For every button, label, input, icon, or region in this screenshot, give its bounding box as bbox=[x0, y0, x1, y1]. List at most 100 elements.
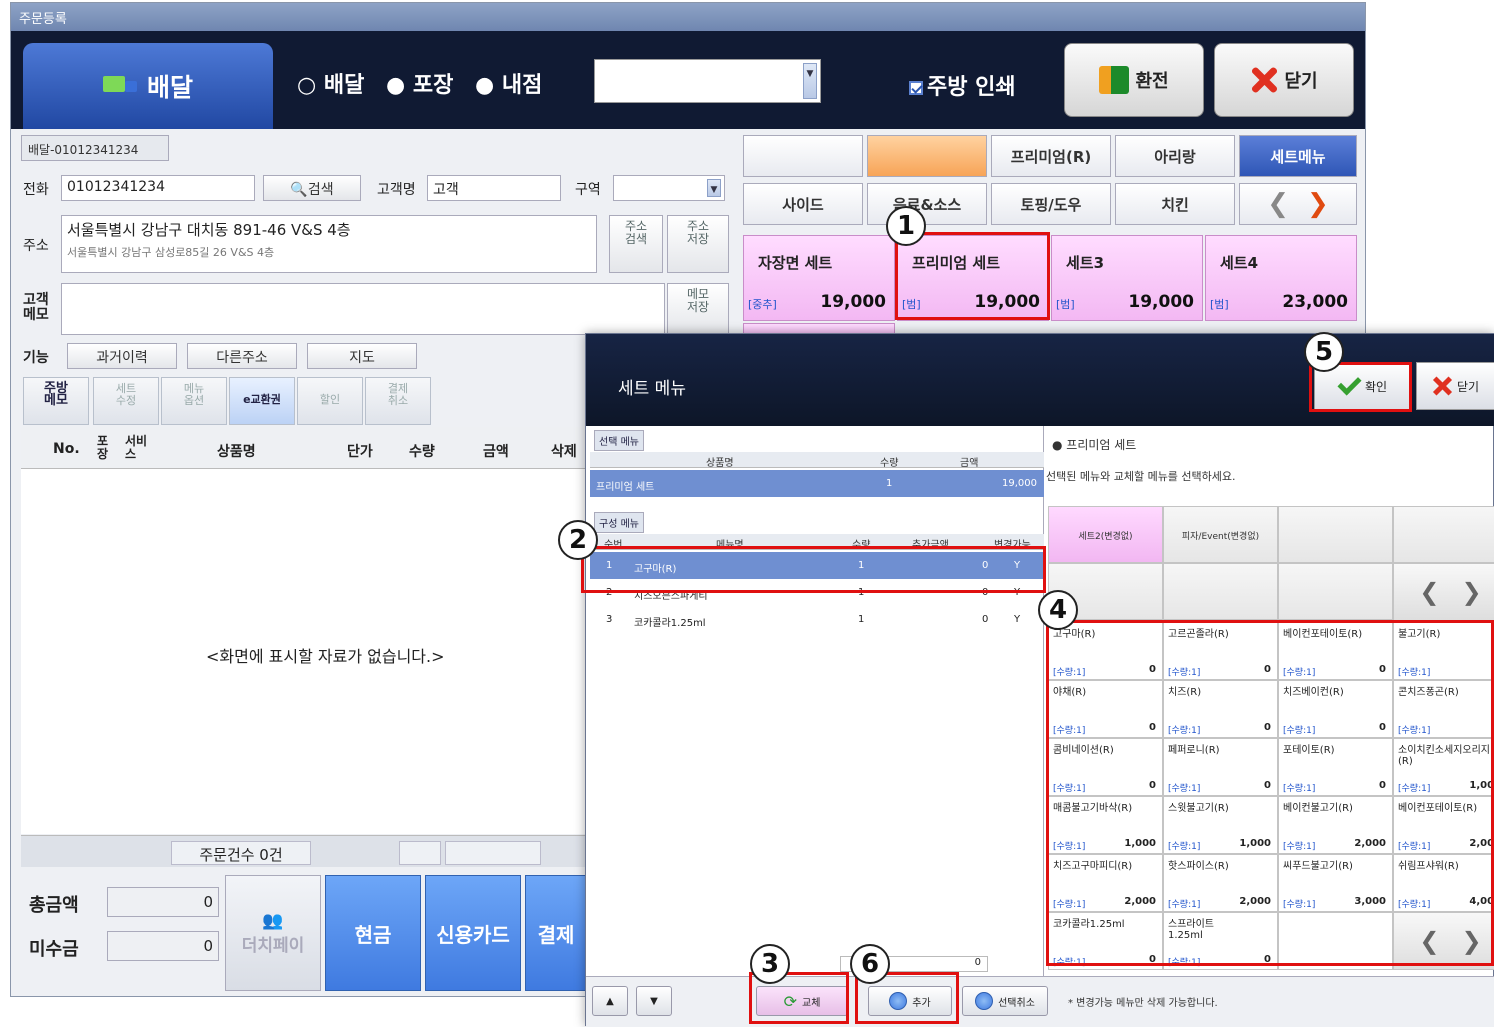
step-badge-3: 3 bbox=[750, 944, 790, 984]
top-combo-select[interactable]: ▼ bbox=[594, 59, 821, 103]
dialog-close-button[interactable]: 닫기 bbox=[1416, 362, 1494, 410]
empty-grid-message: <화면에 표시할 자료가 없습니다.> bbox=[206, 647, 445, 666]
col-no: No. bbox=[53, 441, 80, 457]
dialog-left-pane: 선택 메뉴 상품명 수량 금액 프리미엄 세트 1 19,000 구성 메뉴 순… bbox=[586, 426, 1044, 986]
selected-row[interactable]: 프리미엄 세트 1 19,000 bbox=[590, 470, 1044, 497]
menu-category-chicken[interactable]: 치킨 bbox=[1115, 183, 1235, 225]
cash-button[interactable]: 현금 bbox=[325, 875, 421, 991]
move-up-button[interactable]: ▲ bbox=[592, 986, 628, 1016]
chevron-left-icon[interactable]: ❮ bbox=[1419, 578, 1439, 606]
close-button[interactable]: 닫기 bbox=[1214, 43, 1354, 117]
address-label: 주소 bbox=[23, 238, 49, 254]
move-down-button[interactable]: ▼ bbox=[636, 986, 672, 1016]
unpaid-value: 0 bbox=[107, 931, 219, 961]
chevron-left-icon[interactable]: ❮ bbox=[1267, 189, 1289, 219]
address-line2: 서울특별시 강남구 삼성로85길 26 V&S 4층 bbox=[67, 246, 275, 259]
credit-card-button[interactable]: 신용카드 bbox=[425, 875, 521, 991]
group-tab-3[interactable] bbox=[1278, 506, 1393, 563]
order-count: 주문건수 0건 bbox=[171, 841, 311, 865]
group-tab-6[interactable] bbox=[1163, 563, 1278, 620]
menu-category-side[interactable]: 사이드 bbox=[743, 183, 863, 225]
set-edit-button[interactable]: 세트 수정 bbox=[93, 377, 159, 425]
menu-category-set[interactable]: 세트메뉴 bbox=[1239, 135, 1357, 177]
step-badge-2: 2 bbox=[558, 520, 598, 560]
address-save-button[interactable]: 주소 저장 bbox=[667, 215, 729, 273]
discount-button[interactable]: 할인 bbox=[297, 377, 363, 425]
group-nav: ❮ ❯ bbox=[1393, 563, 1494, 621]
pay-cancel-button[interactable]: 결제 취소 bbox=[365, 377, 431, 425]
payment-button[interactable]: 결제 bbox=[525, 875, 587, 991]
history-button[interactable]: 과거이력 bbox=[67, 343, 177, 369]
group-tab-1[interactable]: 세트2(변경없) bbox=[1048, 506, 1163, 563]
chevron-down-icon: ▼ bbox=[803, 63, 817, 99]
menu-category-topping[interactable]: 토핑/도우 bbox=[991, 183, 1111, 225]
exchange-icon bbox=[1099, 66, 1130, 94]
composition-row[interactable]: 3 코카콜라1.25ml 1 0 Y bbox=[590, 606, 1044, 633]
set-button-4[interactable]: 세트4 [범] 23,000 bbox=[1205, 235, 1357, 321]
radio-delivery[interactable]: ○ 배달 bbox=[297, 73, 364, 98]
step-badge-1: 1 bbox=[886, 206, 926, 246]
chevron-right-icon[interactable]: ❯ bbox=[1307, 189, 1329, 219]
col-service: 서비스 bbox=[125, 434, 148, 461]
footer-note: * 변경가능 메뉴만 삭제 가능합니다. bbox=[1068, 998, 1218, 1009]
search-button[interactable]: 🔍검색 bbox=[263, 175, 361, 201]
deselect-button[interactable]: 선택취소 bbox=[962, 986, 1048, 1016]
memo-save-button[interactable]: 메모 저장 bbox=[667, 283, 729, 335]
menu-category-arirang[interactable]: 아리랑 bbox=[1115, 135, 1235, 177]
other-address-button[interactable]: 다른주소 bbox=[187, 343, 297, 369]
delivery-tab-label: 배달 bbox=[146, 73, 193, 102]
info-text: 선택된 메뉴와 교체할 메뉴를 선택하세요. bbox=[1046, 470, 1236, 483]
highlight-composition-row bbox=[581, 546, 1046, 593]
chevron-down-icon: ▼ bbox=[707, 179, 721, 197]
selected-header: 상품명 수량 금액 bbox=[590, 452, 1044, 469]
total-value: 0 bbox=[107, 887, 219, 917]
dutch-pay-button[interactable]: 👥 더치페이 bbox=[225, 875, 321, 991]
checkbox-icon bbox=[909, 81, 923, 95]
col-qty: 수량 bbox=[409, 444, 435, 460]
dialog-title: 세트 메뉴 bbox=[618, 379, 686, 399]
area-select[interactable]: ▼ bbox=[613, 175, 725, 201]
kitchen-memo-button[interactable]: 주방 메모 bbox=[23, 377, 89, 425]
customer-name-field[interactable]: 고객 bbox=[427, 175, 561, 201]
total-label: 총금액 bbox=[29, 895, 79, 916]
delivery-tab[interactable]: 배달 bbox=[23, 43, 273, 129]
group-tab-2[interactable]: 피자/Event(변경없) bbox=[1163, 506, 1278, 563]
menu-category-active[interactable] bbox=[867, 135, 987, 177]
radio-takeout[interactable]: ● 포장 bbox=[386, 73, 453, 98]
set-button-3[interactable]: 세트3 [범] 19,000 bbox=[1051, 235, 1203, 321]
selected-section-label: 선택 메뉴 bbox=[594, 430, 644, 451]
phone-label: 전화 bbox=[23, 182, 49, 198]
menu-category-drink[interactable]: 음료&소스 bbox=[867, 183, 987, 225]
address-line1: 서울특별시 강남구 대치동 891-46 V&S 4층 bbox=[67, 221, 351, 239]
col-delete: 삭제 bbox=[551, 444, 577, 460]
step-badge-6: 6 bbox=[850, 944, 890, 984]
category-nav: ❮ ❯ bbox=[1239, 183, 1357, 225]
phone-field[interactable]: 01012341234 bbox=[61, 175, 255, 201]
menu-option-button[interactable]: 메뉴 옵션 bbox=[161, 377, 227, 425]
map-button[interactable]: 지도 bbox=[307, 343, 417, 369]
memo-field[interactable] bbox=[61, 283, 665, 335]
memo-label: 고객 메모 bbox=[23, 292, 49, 323]
step-badge-5: 5 bbox=[1304, 332, 1344, 372]
summary-cell bbox=[445, 841, 541, 865]
set-button-1[interactable]: 자장면 세트 [중추] 19,000 bbox=[743, 235, 895, 321]
address-field[interactable]: 서울특별시 강남구 대치동 891-46 V&S 4층 서울특별시 강남구 삼성… bbox=[61, 215, 597, 273]
col-pack: 포장 bbox=[97, 434, 109, 461]
customer-name-label: 고객명 bbox=[377, 182, 416, 198]
chevron-right-icon[interactable]: ❯ bbox=[1462, 578, 1482, 606]
close-icon bbox=[1250, 66, 1278, 94]
address-search-button[interactable]: 주소 검색 bbox=[609, 215, 663, 273]
menu-category-blank[interactable] bbox=[743, 135, 863, 177]
window-title: 주문등록 bbox=[11, 3, 1365, 31]
function-label: 기능 bbox=[23, 350, 49, 366]
menu-category-premium[interactable]: 프리미엄(R) bbox=[991, 135, 1111, 177]
group-tab-7[interactable] bbox=[1278, 563, 1393, 620]
radio-dinein[interactable]: ● 내점 bbox=[475, 73, 542, 98]
exchange-button[interactable]: 환전 bbox=[1064, 43, 1204, 117]
group-tab-4[interactable] bbox=[1393, 506, 1494, 563]
col-amount: 금액 bbox=[483, 444, 509, 460]
e-voucher-button[interactable]: e교환권 bbox=[229, 377, 295, 425]
highlight-premium-set bbox=[895, 232, 1050, 320]
step-badge-4: 4 bbox=[1038, 590, 1078, 630]
kitchen-print-checkbox[interactable]: 주방 인쇄 bbox=[909, 69, 1016, 101]
